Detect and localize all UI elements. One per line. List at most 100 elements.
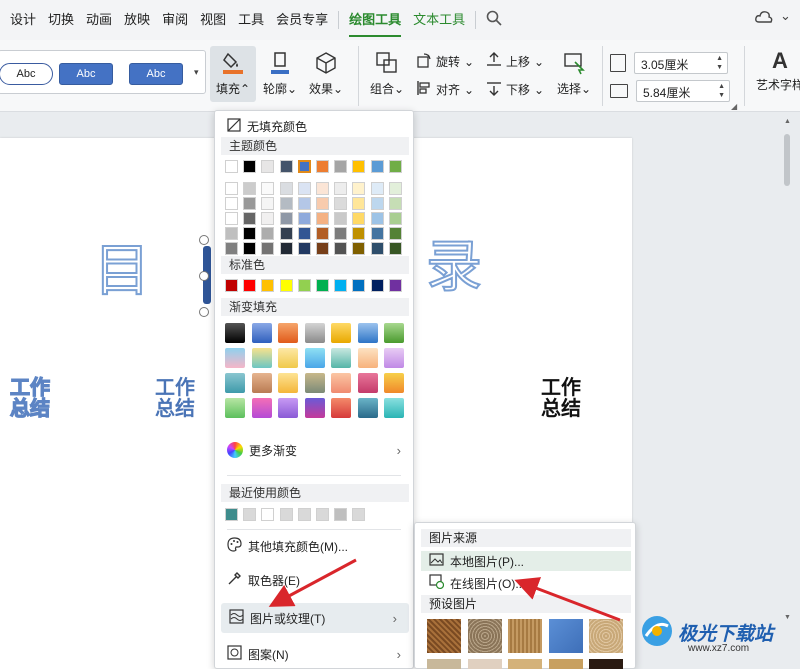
- theme-shade-swatch[interactable]: [297, 212, 311, 225]
- gradient-swatch[interactable]: [225, 323, 245, 343]
- theme-shade-swatch[interactable]: [352, 197, 366, 210]
- theme-shade-swatch[interactable]: [243, 212, 257, 225]
- theme-shade-swatch[interactable]: [316, 197, 329, 210]
- gradient-swatch[interactable]: [357, 323, 378, 343]
- theme-shade-swatch[interactable]: [297, 242, 311, 255]
- tab-design[interactable]: 设计: [4, 0, 42, 40]
- theme-shade-swatch[interactable]: [388, 227, 402, 240]
- tab-member[interactable]: 会员专享: [270, 0, 334, 40]
- gradient-swatch[interactable]: [384, 323, 404, 343]
- search-icon[interactable]: [486, 10, 502, 30]
- summary-text-outline[interactable]: 工作总结: [9, 377, 56, 420]
- theme-shade-swatch[interactable]: [225, 242, 238, 255]
- gradient-swatch[interactable]: [251, 323, 272, 343]
- recent-color-swatch[interactable]: [279, 508, 293, 521]
- theme-shade-swatch[interactable]: [352, 242, 366, 255]
- spinner-icon[interactable]: ▲ ▼: [716, 54, 723, 72]
- fill-button[interactable]: 填充⌃: [210, 46, 256, 102]
- theme-shade-swatch[interactable]: [225, 197, 238, 210]
- dialog-launcher-icon[interactable]: ◢: [731, 102, 737, 111]
- other-fill-colors-item[interactable]: 其他填充颜色(M)...: [215, 533, 413, 559]
- tab-text-tools[interactable]: 文本工具: [407, 0, 471, 40]
- theme-shade-swatch[interactable]: [261, 212, 275, 225]
- gradient-swatch[interactable]: [304, 373, 325, 393]
- align-button[interactable]: 对齐 ⌄: [416, 80, 474, 99]
- standard-color-swatch[interactable]: [316, 279, 329, 292]
- send-backward-button[interactable]: 下移 ⌄: [486, 80, 544, 99]
- texture-swatch[interactable]: [427, 659, 461, 669]
- gradient-swatch[interactable]: [304, 323, 325, 343]
- effect-button[interactable]: 效果⌄: [304, 50, 348, 97]
- gradient-swatch[interactable]: [225, 398, 245, 418]
- gradient-swatch[interactable]: [384, 398, 404, 418]
- standard-color-swatch[interactable]: [334, 279, 348, 292]
- theme-shade-swatch[interactable]: [243, 227, 257, 240]
- rotate-button[interactable]: 旋转 ⌄: [416, 52, 474, 71]
- theme-shade-swatch[interactable]: [352, 182, 366, 195]
- more-gradients-item[interactable]: 更多渐变 ›: [215, 437, 413, 463]
- gradient-swatch[interactable]: [331, 348, 351, 368]
- theme-shade-swatch[interactable]: [243, 197, 257, 210]
- style-preset-fill[interactable]: Abc: [59, 63, 113, 85]
- tab-animation[interactable]: 动画: [80, 0, 118, 40]
- theme-shade-swatch[interactable]: [316, 212, 329, 225]
- eyedropper-item[interactable]: 取色器(E): [215, 567, 413, 593]
- resize-handle[interactable]: [199, 235, 209, 245]
- theme-shade-swatch[interactable]: [225, 212, 238, 225]
- standard-color-swatch[interactable]: [261, 279, 275, 292]
- style-preset-outline[interactable]: Abc: [0, 63, 53, 85]
- theme-color-swatch[interactable]: [279, 160, 293, 173]
- theme-shade-swatch[interactable]: [334, 212, 348, 225]
- theme-color-swatch[interactable]: [370, 160, 384, 173]
- theme-color-swatch[interactable]: [261, 160, 275, 173]
- theme-shade-swatch[interactable]: [297, 227, 311, 240]
- gradient-swatch[interactable]: [251, 348, 272, 368]
- gradient-swatch[interactable]: [357, 348, 378, 368]
- tab-review[interactable]: 审阅: [156, 0, 194, 40]
- theme-shade-swatch[interactable]: [261, 197, 275, 210]
- theme-color-swatch[interactable]: [352, 160, 366, 173]
- tab-transition[interactable]: 切换: [42, 0, 80, 40]
- gradient-swatch[interactable]: [251, 398, 272, 418]
- summary-text-blue[interactable]: 工作总结: [155, 378, 201, 420]
- texture-swatch[interactable]: [589, 659, 623, 669]
- pattern-item[interactable]: 图案(N) ›: [215, 641, 413, 667]
- standard-color-swatch[interactable]: [388, 279, 402, 292]
- texture-swatch[interactable]: [589, 619, 623, 653]
- recent-color-swatch[interactable]: [316, 508, 329, 521]
- theme-color-swatch[interactable]: [243, 160, 257, 173]
- tab-tools[interactable]: 工具: [232, 0, 270, 40]
- theme-shade-swatch[interactable]: [261, 242, 275, 255]
- gradient-swatch[interactable]: [384, 348, 404, 368]
- shape-width-input[interactable]: 5.84厘米 ▲ ▼: [636, 80, 730, 102]
- gradient-swatch[interactable]: [225, 373, 245, 393]
- theme-color-swatch[interactable]: [225, 160, 238, 173]
- theme-shade-swatch[interactable]: [334, 227, 348, 240]
- theme-shade-swatch[interactable]: [279, 182, 293, 195]
- vertical-scrollbar-thumb[interactable]: [784, 134, 790, 186]
- theme-shade-swatch[interactable]: [279, 227, 293, 240]
- gradient-swatch[interactable]: [278, 373, 298, 393]
- local-picture-item[interactable]: 本地图片(P)...: [421, 551, 631, 571]
- gradient-swatch[interactable]: [357, 398, 378, 418]
- scroll-up-icon[interactable]: ▲: [784, 118, 791, 125]
- theme-shade-swatch[interactable]: [316, 242, 329, 255]
- bring-forward-button[interactable]: 上移 ⌄: [486, 52, 544, 71]
- theme-shade-swatch[interactable]: [388, 197, 402, 210]
- theme-shade-swatch[interactable]: [261, 182, 275, 195]
- gradient-swatch[interactable]: [331, 323, 351, 343]
- texture-swatch[interactable]: [548, 659, 583, 669]
- standard-color-swatch[interactable]: [279, 279, 293, 292]
- style-preset-fill[interactable]: Abc: [129, 63, 183, 85]
- theme-shade-swatch[interactable]: [388, 212, 402, 225]
- theme-shade-swatch[interactable]: [370, 227, 384, 240]
- wordart-style-button[interactable]: A 艺术字样: [750, 48, 800, 93]
- gradient-swatch[interactable]: [251, 373, 272, 393]
- theme-shade-swatch[interactable]: [388, 242, 402, 255]
- theme-shade-swatch[interactable]: [225, 227, 238, 240]
- theme-shade-swatch[interactable]: [243, 242, 257, 255]
- title-char-right[interactable]: 录: [425, 222, 483, 303]
- cloud-icon[interactable]: [755, 10, 773, 28]
- theme-shade-swatch[interactable]: [297, 182, 311, 195]
- recent-color-swatch[interactable]: [225, 508, 238, 521]
